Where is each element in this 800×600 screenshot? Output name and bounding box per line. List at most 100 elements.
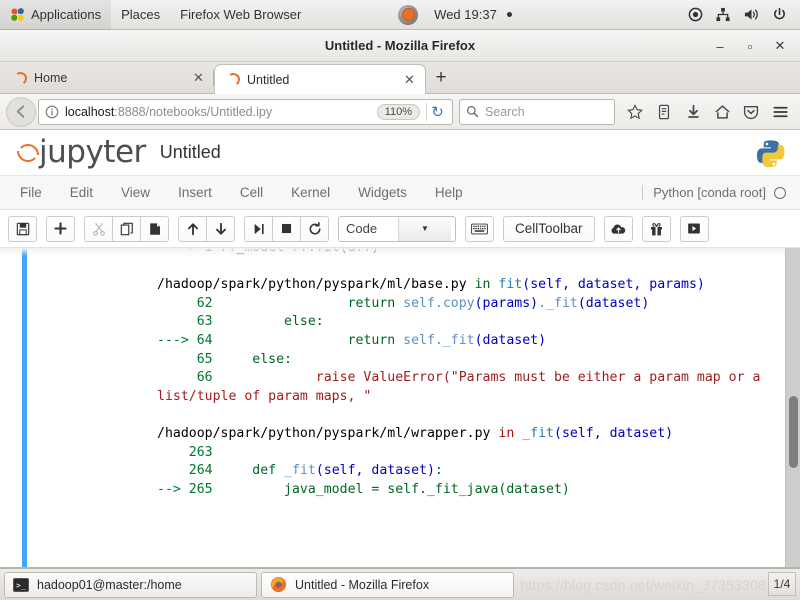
menu-kernel[interactable]: Kernel bbox=[277, 176, 344, 210]
places-menu[interactable]: Places bbox=[111, 0, 170, 30]
jupyter-menubar: File Edit View Insert Cell Kernel Widget… bbox=[0, 176, 800, 210]
notebook-cell-selected[interactable]: ----> 1 rf_model=rf.fit(dff) /hadoop/spa… bbox=[22, 248, 767, 567]
menu-help[interactable]: Help bbox=[421, 176, 477, 210]
browser-tab-home[interactable]: Home ✕ bbox=[2, 63, 214, 93]
traceback-segment: self._fit bbox=[403, 332, 475, 348]
playbox-group bbox=[679, 215, 709, 242]
celltoolbar-label: CellToolbar bbox=[515, 221, 583, 236]
traceback-segment: /hadoop/spark/python/pyspark/ml/base.py bbox=[157, 277, 475, 293]
interrupt-kernel-button[interactable] bbox=[272, 215, 301, 242]
traceback-segment: : bbox=[434, 463, 443, 479]
paste-cell-button[interactable] bbox=[140, 215, 169, 242]
save-button[interactable] bbox=[8, 215, 37, 242]
page-scrollbar[interactable] bbox=[785, 248, 800, 567]
search-icon bbox=[467, 106, 479, 118]
search-bar[interactable]: Search bbox=[459, 98, 615, 125]
run-cell-button[interactable] bbox=[244, 215, 273, 242]
menu-edit[interactable]: Edit bbox=[56, 176, 107, 210]
browser-action-icons bbox=[621, 98, 794, 126]
traceback-line: ----> 1 rf_model=rf.fit(dff) bbox=[157, 248, 767, 258]
cloud-group bbox=[603, 215, 633, 242]
tab-close-icon[interactable]: ✕ bbox=[402, 72, 417, 88]
applications-menu[interactable]: Applications bbox=[0, 0, 112, 30]
traceback-segment: /hadoop/spark/python/pyspark/ml/wrapper.… bbox=[157, 425, 499, 441]
traceback-segment: 65 bbox=[157, 351, 253, 367]
cell-type-select[interactable]: Code ▼ bbox=[338, 215, 456, 242]
keyboard-group bbox=[465, 215, 494, 242]
kernel-indicator: Python [conda root] bbox=[642, 185, 794, 200]
menu-cell[interactable]: Cell bbox=[226, 176, 277, 210]
traceback-line bbox=[157, 406, 767, 425]
taskbar-item-firefox[interactable]: Untitled - Mozilla Firefox bbox=[261, 571, 514, 598]
menu-view[interactable]: View bbox=[107, 176, 164, 210]
terminal-icon: >_ bbox=[13, 577, 29, 592]
browser-tabbar: Home ✕ Untitled ✕ + bbox=[0, 62, 800, 94]
pocket-icon[interactable] bbox=[737, 98, 765, 126]
active-window-menu[interactable]: Firefox Web Browser bbox=[170, 0, 311, 30]
reload-icon[interactable]: ↻ bbox=[426, 102, 448, 121]
network-icon[interactable] bbox=[710, 0, 736, 30]
downloads-icon[interactable] bbox=[679, 98, 707, 126]
notebook-name[interactable]: Untitled bbox=[160, 142, 221, 163]
watermark-text: https://blog.csdn.net/weixin_37353308 bbox=[520, 577, 766, 593]
insert-cell-below-button[interactable] bbox=[46, 215, 75, 242]
menu-insert[interactable]: Insert bbox=[164, 176, 226, 210]
back-button[interactable] bbox=[6, 96, 36, 127]
cloud-upload-icon[interactable] bbox=[603, 215, 633, 242]
play-box-icon[interactable] bbox=[679, 215, 709, 242]
menu-file[interactable]: File bbox=[6, 176, 56, 210]
gift-icon[interactable] bbox=[641, 215, 671, 242]
notebook-scroll-area[interactable]: ----> 1 rf_model=rf.fit(dff) /hadoop/spa… bbox=[0, 248, 785, 567]
close-window-button[interactable]: ✕ bbox=[766, 32, 794, 60]
menu-widgets[interactable]: Widgets bbox=[344, 176, 421, 210]
bookmark-star-icon[interactable] bbox=[621, 98, 649, 126]
python-logo-icon bbox=[756, 138, 786, 168]
jupyter-logo[interactable]: jupyter bbox=[14, 137, 146, 168]
move-cell-down-button[interactable] bbox=[206, 215, 235, 242]
kernel-idle-icon bbox=[774, 186, 786, 199]
traceback-segment: java_model = self._fit_java(dataset) bbox=[284, 481, 570, 497]
celltoolbar-button[interactable]: CellToolbar bbox=[503, 215, 595, 242]
traceback-segment: ._fit bbox=[538, 295, 578, 311]
zoom-level-badge[interactable]: 110% bbox=[376, 103, 420, 120]
taskbar-item-terminal[interactable]: >_ hadoop01@master:/home bbox=[4, 571, 257, 598]
traceback-segment: fit bbox=[498, 277, 523, 293]
new-tab-button[interactable]: + bbox=[426, 63, 456, 93]
power-icon[interactable] bbox=[766, 0, 792, 30]
maximize-button[interactable]: ▫ bbox=[736, 32, 764, 60]
page-scrollbar-thumb[interactable] bbox=[789, 396, 798, 468]
traceback-segment: 66 bbox=[157, 370, 316, 386]
minimize-button[interactable]: – bbox=[706, 32, 734, 60]
workspace-indicator[interactable]: 1/4 bbox=[768, 572, 796, 596]
traceback-segment: ---> 64 bbox=[157, 332, 348, 348]
firefox-icon bbox=[270, 576, 287, 593]
keyboard-icon[interactable] bbox=[465, 215, 494, 242]
browser-tab-untitled[interactable]: Untitled ✕ bbox=[214, 64, 426, 94]
window-title: Untitled - Mozilla Firefox bbox=[324, 38, 476, 53]
gnome-apps-icon bbox=[10, 7, 25, 22]
clock-label: Wed 19:37 bbox=[434, 7, 497, 22]
jupyter-header: jupyter Untitled bbox=[0, 130, 800, 176]
restart-kernel-button[interactable] bbox=[300, 215, 329, 242]
cut-cell-button[interactable] bbox=[84, 215, 113, 242]
browser-navigation-bar: localhost:8888/notebooks/Untitled.ipy 11… bbox=[0, 94, 800, 130]
reading-list-icon[interactable] bbox=[650, 98, 678, 126]
jupyter-favicon-icon bbox=[12, 70, 29, 86]
url-bar[interactable]: localhost:8888/notebooks/Untitled.ipy 11… bbox=[38, 98, 453, 125]
clock-button[interactable]: Wed 19:37 bbox=[424, 0, 522, 30]
tab-close-icon[interactable]: ✕ bbox=[191, 70, 206, 86]
traceback-line: /hadoop/spark/python/pyspark/ml/base.py … bbox=[157, 276, 767, 295]
tray-app-icon[interactable] bbox=[398, 4, 419, 25]
traceback-segment: else: bbox=[284, 314, 324, 330]
location-icon[interactable] bbox=[682, 0, 708, 30]
hamburger-menu-icon[interactable] bbox=[766, 98, 794, 126]
jupyter-logo-icon bbox=[14, 141, 39, 165]
copy-cell-button[interactable] bbox=[112, 215, 141, 242]
move-group bbox=[178, 215, 235, 242]
traceback-segment: in bbox=[498, 425, 523, 441]
move-cell-up-button[interactable] bbox=[178, 215, 207, 242]
home-icon[interactable] bbox=[708, 98, 736, 126]
volume-icon[interactable] bbox=[738, 0, 764, 30]
site-identity-icon[interactable] bbox=[45, 105, 59, 119]
url-path: :8888/notebooks/Untitled.ipy bbox=[114, 104, 273, 119]
